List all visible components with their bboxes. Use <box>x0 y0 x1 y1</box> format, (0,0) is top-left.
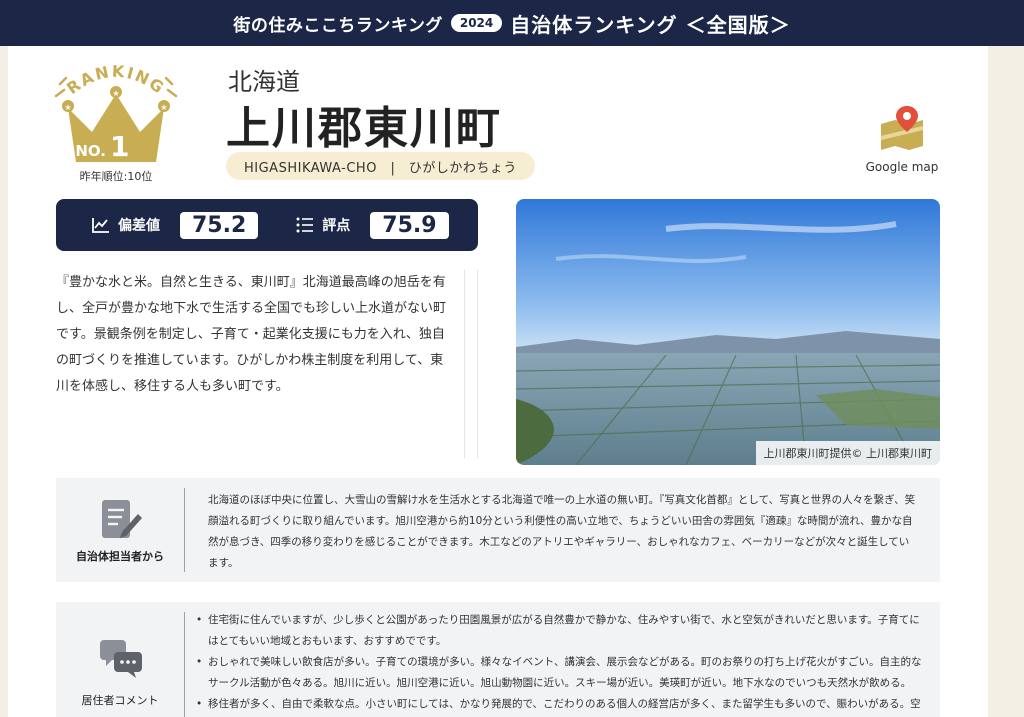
deviation-label: 偏差値 <box>118 218 160 234</box>
government-comment-header: 自治体担当者から <box>56 478 184 582</box>
government-comment-panel: 自治体担当者から 北海道のほぼ中央に位置し、大雪山の雪解け水を生活水とする北海道… <box>56 478 940 582</box>
rating-value: 75.9 <box>370 211 449 239</box>
landscape-photo: 上川郡東川町提供© 上川郡東川町 <box>516 199 940 465</box>
list-item: 住宅街に住んでいますが、少し歩くと公園があったり田園風景が広がる自然豊かで静かな… <box>196 610 926 652</box>
speech-bubbles-icon <box>100 640 142 678</box>
map-pin-icon <box>880 106 924 150</box>
deviation-value: 75.2 <box>180 211 259 239</box>
rank-no-label: NO. <box>75 142 106 160</box>
government-comment-text: 北海道のほぼ中央に位置し、大雪山の雪解け水を生活水とする北海道で唯一の上水道の無… <box>208 494 916 569</box>
deviation-score: 偏差値 75.2 <box>92 211 259 239</box>
resident-comment-list: 住宅街に住んでいますが、少し歩くと公園があったり田園風景が広がる自然豊かで静かな… <box>196 610 926 715</box>
rank-number: 1 <box>110 130 129 163</box>
list-icon <box>296 217 314 233</box>
previous-rank: 昨年順位:10位 <box>79 170 153 183</box>
resident-comments-header: 居住者コメント <box>56 602 184 717</box>
rating-score: 評点 75.9 <box>296 211 449 239</box>
google-map-label[interactable]: Google map <box>860 160 944 174</box>
intro-text: 『豊かな水と米。自然と生きる、東川町』北海道最高峰の旭岳を有し、全戸が豊かな地下… <box>56 275 447 394</box>
brand-logo[interactable]: 街の住みここちランキング <box>233 11 443 36</box>
list-item: 移住者が多く、自由で柔軟な点。小さい町にしては、かなり発展的で、こだわりのある個… <box>196 694 926 715</box>
crown-icon: RANKING ★ ★ ★ NO. 1 <box>54 62 178 163</box>
municipality-name: 上川郡東川町 <box>226 103 502 154</box>
resident-comments-panel: 居住者コメント 住宅街に住んでいますが、少し歩くと公園があったり田園風景が広がる… <box>56 602 940 717</box>
panel-divider <box>184 612 185 717</box>
memo-pen-icon <box>102 500 142 538</box>
photo-caption: 上川郡東川町提供© 上川郡東川町 <box>755 441 940 465</box>
list-item: おしゃれで美味しい飲食店が多い。子育ての環境が多い。様々なイベント、講演会、展示… <box>196 652 926 694</box>
rating-label: 評点 <box>322 218 351 234</box>
svg-text:★: ★ <box>160 103 167 112</box>
year-badge: 2024 <box>450 14 503 32</box>
municipality-reading: HIGASHIKAWA-CHO | ひがしかわちょう <box>226 152 535 180</box>
intro-divider <box>464 270 478 458</box>
resident-comments-title: 居住者コメント <box>81 694 159 707</box>
svg-text:★: ★ <box>64 103 71 112</box>
rice-field-image <box>516 199 940 465</box>
panel-divider <box>184 488 185 572</box>
government-comment-title: 自治体担当者から <box>76 550 164 563</box>
svg-text:★: ★ <box>112 89 119 98</box>
score-bar: 偏差値 75.2 評点 75.9 <box>56 199 478 251</box>
site-header: 街の住みここちランキング 2024 自治体ランキング ＜全国版＞ <box>0 0 1024 46</box>
chart-icon <box>92 218 109 233</box>
google-map-link[interactable]: Google map <box>860 104 944 174</box>
page-title: 自治体ランキング ＜全国版＞ <box>510 12 791 37</box>
ranking-badge: RANKING ★ ★ ★ NO. 1 昨年順位:10位 <box>46 56 186 186</box>
